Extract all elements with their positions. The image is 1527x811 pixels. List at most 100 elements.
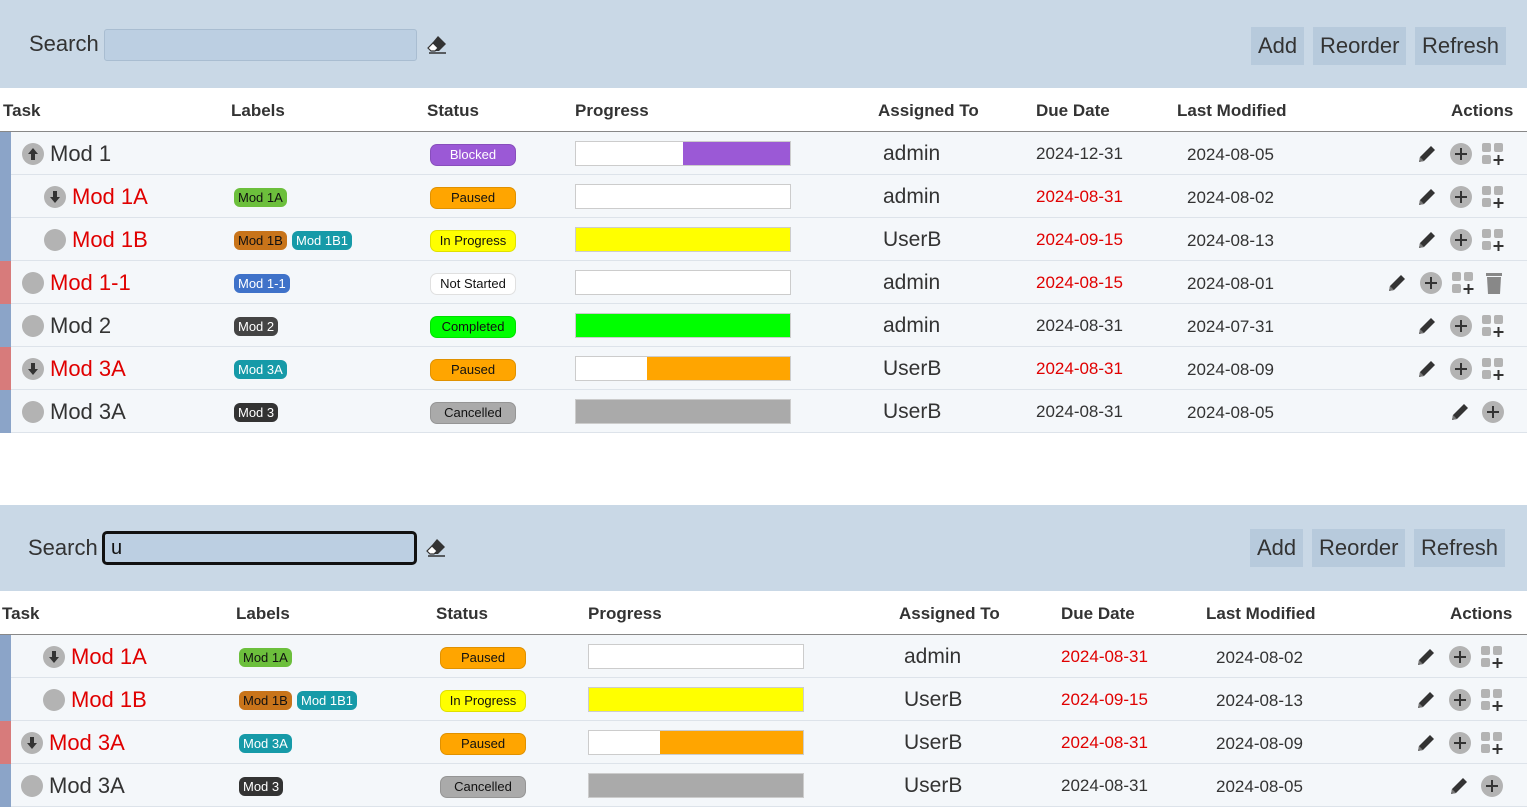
reorder-button[interactable]: Reorder	[1312, 529, 1406, 567]
task-name[interactable]: Mod 3A	[50, 399, 126, 425]
status-badge[interactable]: In Progress	[430, 230, 516, 252]
col-status[interactable]: Status	[427, 101, 479, 121]
eraser-icon[interactable]	[425, 537, 447, 557]
table-row[interactable]: Mod 1-1 Mod 1-1 Not Started admin 2024-08-15…	[0, 261, 1527, 304]
col-due[interactable]: Due Date	[1061, 604, 1135, 624]
edit-icon[interactable]	[1414, 731, 1438, 755]
add-subtask-icon[interactable]	[1481, 400, 1505, 424]
edit-icon[interactable]	[1415, 314, 1439, 338]
status-badge[interactable]: Cancelled	[430, 402, 516, 424]
trash-icon[interactable]	[1482, 271, 1506, 295]
table-row[interactable]: Mod 2 Mod 2 Completed admin 2024-08-31 2024-0…	[0, 304, 1527, 347]
status-badge[interactable]: Paused	[440, 647, 526, 669]
task-name[interactable]: Mod 3A	[49, 773, 125, 799]
add-to-group-icon[interactable]	[1481, 142, 1505, 166]
label-tag[interactable]: Mod 3	[234, 403, 279, 422]
task-name[interactable]: Mod 1	[50, 141, 111, 167]
table-row[interactable]: Mod 1B Mod 1B Mod 1B1 In Progress UserB 2024-…	[0, 678, 1527, 721]
label-tag[interactable]: Mod 1A	[234, 188, 287, 207]
label-tag[interactable]: Mod 3	[239, 777, 284, 796]
add-subtask-icon[interactable]	[1448, 645, 1472, 669]
table-row[interactable]: Mod 3A Mod 3A Paused UserB 2024-08-31 2024-08…	[0, 721, 1527, 764]
arrow-down-icon[interactable]	[43, 646, 65, 668]
edit-icon[interactable]	[1415, 357, 1439, 381]
arrow-down-icon[interactable]	[22, 358, 44, 380]
add-to-group-icon[interactable]	[1481, 185, 1505, 209]
col-labels[interactable]: Labels	[231, 101, 285, 121]
add-subtask-icon[interactable]	[1449, 185, 1473, 209]
label-tag[interactable]: Mod 3A	[234, 360, 287, 379]
refresh-button[interactable]: Refresh	[1414, 529, 1506, 567]
label-tag[interactable]: Mod 2	[234, 317, 279, 336]
add-subtask-icon[interactable]	[1448, 731, 1472, 755]
add-subtask-icon[interactable]	[1480, 774, 1504, 798]
task-name[interactable]: Mod 1A	[72, 184, 148, 210]
label-tag[interactable]: Mod 3A	[239, 734, 292, 753]
status-badge[interactable]: Paused	[440, 733, 526, 755]
add-subtask-icon[interactable]	[1448, 688, 1472, 712]
edit-icon[interactable]	[1447, 774, 1471, 798]
edit-icon[interactable]	[1448, 400, 1472, 424]
edit-icon[interactable]	[1415, 142, 1439, 166]
status-badge[interactable]: In Progress	[440, 690, 526, 712]
label-tag[interactable]: Mod 1-1	[234, 274, 290, 293]
task-name[interactable]: Mod 1B	[72, 227, 148, 253]
col-status[interactable]: Status	[436, 604, 488, 624]
add-subtask-icon[interactable]	[1449, 357, 1473, 381]
task-name[interactable]: Mod 1B	[71, 687, 147, 713]
add-to-group-icon[interactable]	[1451, 271, 1475, 295]
reorder-button[interactable]: Reorder	[1313, 27, 1407, 65]
status-badge[interactable]: Completed	[430, 316, 516, 338]
table-row[interactable]: Mod 1 Blocked admin 2024-12-31 2024-08-05	[0, 132, 1527, 175]
task-name[interactable]: Mod 1-1	[50, 270, 131, 296]
add-button[interactable]: Add	[1251, 27, 1305, 65]
add-to-group-icon[interactable]	[1480, 731, 1504, 755]
col-modified[interactable]: Last Modified	[1206, 604, 1316, 624]
edit-icon[interactable]	[1414, 645, 1438, 669]
label-tag[interactable]: Mod 1B1	[292, 231, 353, 250]
task-name[interactable]: Mod 3A	[50, 356, 126, 382]
col-assigned[interactable]: Assigned To	[878, 101, 979, 121]
task-name[interactable]: Mod 3A	[49, 730, 125, 756]
table-row[interactable]: Mod 1A Mod 1A Paused admin 2024-08-31 2024-08…	[0, 175, 1527, 218]
search-input[interactable]	[102, 531, 417, 565]
label-tag[interactable]: Mod 1B	[239, 691, 292, 710]
add-button[interactable]: Add	[1250, 529, 1304, 567]
edit-icon[interactable]	[1415, 228, 1439, 252]
eraser-icon[interactable]	[426, 34, 448, 54]
col-due[interactable]: Due Date	[1036, 101, 1110, 121]
table-row[interactable]: Mod 3A Mod 3 Cancelled UserB 2024-08-31 2024-…	[0, 390, 1527, 433]
edit-icon[interactable]	[1415, 185, 1439, 209]
search-input[interactable]	[104, 29, 417, 61]
table-row[interactable]: Mod 1A Mod 1A Paused admin 2024-08-31 2024-08…	[0, 635, 1527, 678]
col-modified[interactable]: Last Modified	[1177, 101, 1287, 121]
task-name[interactable]: Mod 1A	[71, 644, 147, 670]
edit-icon[interactable]	[1385, 271, 1409, 295]
label-tag[interactable]: Mod 1A	[239, 648, 292, 667]
table-row[interactable]: Mod 3A Mod 3 Cancelled UserB 2024-08-31 2024-…	[0, 764, 1527, 807]
label-tag[interactable]: Mod 1B1	[297, 691, 358, 710]
add-to-group-icon[interactable]	[1481, 314, 1505, 338]
status-badge[interactable]: Not Started	[430, 273, 516, 295]
add-subtask-icon[interactable]	[1449, 228, 1473, 252]
add-subtask-icon[interactable]	[1419, 271, 1443, 295]
arrow-down-icon[interactable]	[21, 732, 43, 754]
arrow-up-icon[interactable]	[22, 143, 44, 165]
col-progress[interactable]: Progress	[575, 101, 649, 121]
status-badge[interactable]: Blocked	[430, 144, 516, 166]
label-tag[interactable]: Mod 1B	[234, 231, 287, 250]
add-subtask-icon[interactable]	[1449, 142, 1473, 166]
add-to-group-icon[interactable]	[1480, 645, 1504, 669]
add-subtask-icon[interactable]	[1449, 314, 1473, 338]
col-labels[interactable]: Labels	[236, 604, 290, 624]
refresh-button[interactable]: Refresh	[1415, 27, 1507, 65]
arrow-down-icon[interactable]	[44, 186, 66, 208]
status-badge[interactable]: Cancelled	[440, 776, 526, 798]
col-task[interactable]: Task	[3, 101, 41, 121]
col-task[interactable]: Task	[2, 604, 40, 624]
add-to-group-icon[interactable]	[1481, 228, 1505, 252]
edit-icon[interactable]	[1414, 688, 1438, 712]
status-badge[interactable]: Paused	[430, 359, 516, 381]
add-to-group-icon[interactable]	[1481, 357, 1505, 381]
col-progress[interactable]: Progress	[588, 604, 662, 624]
